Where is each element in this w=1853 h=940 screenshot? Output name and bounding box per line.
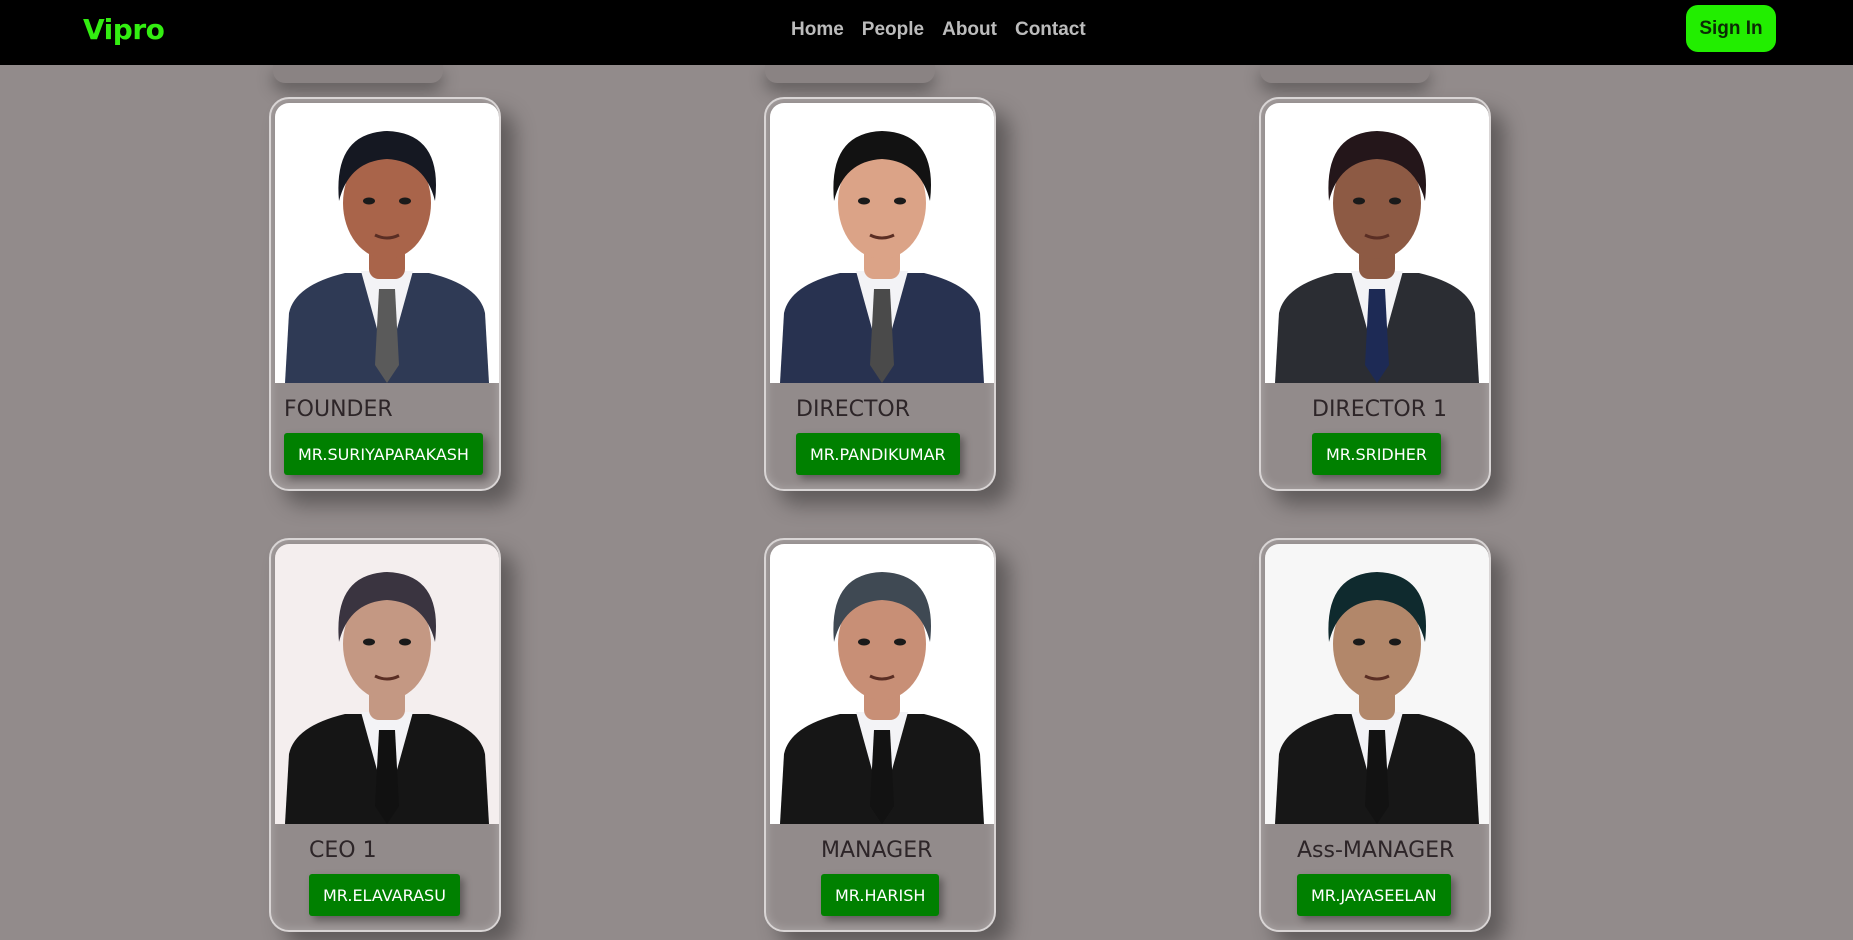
person-name-button[interactable]: MR.SRIDHER xyxy=(1312,433,1442,475)
person-name-button[interactable]: MR.SURIYAPARAKASH xyxy=(284,433,483,475)
person-name-button[interactable]: MR.JAYASEELAN xyxy=(1297,874,1451,916)
nav-link-contact[interactable]: Contact xyxy=(1015,19,1086,41)
brand-logo[interactable]: Vipro xyxy=(83,13,165,46)
person-card-director: DIRECTOR MR.PANDIKUMAR xyxy=(764,97,996,491)
person-card-ass-manager: Ass-MANAGER MR.JAYASEELAN xyxy=(1259,538,1491,932)
person-title: MANAGER xyxy=(821,838,933,863)
person-photo xyxy=(275,103,499,383)
sign-in-button[interactable]: Sign In xyxy=(1686,5,1776,52)
person-card-ceo-1: CEO 1 MR.ELAVARASU xyxy=(269,538,501,932)
person-photo xyxy=(770,544,994,824)
person-title: Ass-MANAGER xyxy=(1297,838,1455,863)
nav-links: Home People About Contact xyxy=(791,19,1086,41)
person-card-founder: FOUNDER MR.SURIYAPARAKASH xyxy=(269,97,501,491)
person-photo xyxy=(1265,103,1489,383)
person-photo xyxy=(1265,544,1489,824)
person-card-manager: MANAGER MR.HARISH xyxy=(764,538,996,932)
nav-link-people[interactable]: People xyxy=(862,19,924,41)
person-title: FOUNDER xyxy=(284,397,393,422)
person-photo xyxy=(770,103,994,383)
previous-card-edge xyxy=(765,65,935,83)
person-title: DIRECTOR 1 xyxy=(1312,397,1448,422)
nav-link-home[interactable]: Home xyxy=(791,19,844,41)
nav-link-about[interactable]: About xyxy=(942,19,997,41)
person-name-button[interactable]: MR.ELAVARASU xyxy=(309,874,460,916)
top-navbar: Vipro Home People About Contact Sign In xyxy=(0,0,1853,65)
previous-card-edge xyxy=(1260,65,1430,83)
person-title: CEO 1 xyxy=(309,838,377,863)
person-title: DIRECTOR xyxy=(796,397,911,422)
person-card-director-1: DIRECTOR 1 MR.SRIDHER xyxy=(1259,97,1491,491)
person-name-button[interactable]: MR.HARISH xyxy=(821,874,940,916)
person-photo xyxy=(275,544,499,824)
person-name-button[interactable]: MR.PANDIKUMAR xyxy=(796,433,960,475)
previous-card-edge xyxy=(273,65,443,83)
